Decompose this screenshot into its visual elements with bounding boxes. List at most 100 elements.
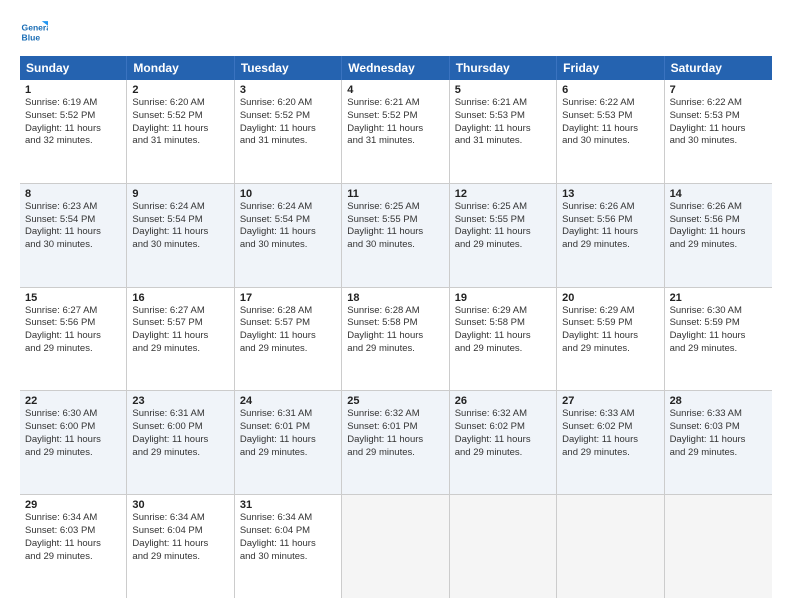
- cell-line: Daylight: 11 hours: [25, 434, 121, 447]
- cell-line: and 29 minutes.: [240, 343, 336, 356]
- cell-line: Sunset: 6:00 PM: [25, 421, 121, 434]
- cell-line: Sunset: 5:55 PM: [347, 214, 443, 227]
- day-number: 5: [455, 84, 551, 96]
- cell-line: and 29 minutes.: [670, 239, 767, 252]
- cell-line: Daylight: 11 hours: [562, 434, 658, 447]
- cell-line: Sunset: 6:04 PM: [132, 525, 228, 538]
- day-number: 14: [670, 188, 767, 200]
- cell-line: Sunrise: 6:25 AM: [347, 201, 443, 214]
- cell-line: Daylight: 11 hours: [455, 226, 551, 239]
- day-cell-6: 6Sunrise: 6:22 AMSunset: 5:53 PMDaylight…: [557, 80, 664, 183]
- cell-line: Sunrise: 6:28 AM: [240, 305, 336, 318]
- calendar-row-3: 22Sunrise: 6:30 AMSunset: 6:00 PMDayligh…: [20, 391, 772, 495]
- day-number: 9: [132, 188, 228, 200]
- cell-line: Sunset: 5:53 PM: [562, 110, 658, 123]
- cell-line: Sunrise: 6:30 AM: [25, 408, 121, 421]
- day-number: 10: [240, 188, 336, 200]
- cell-line: Sunrise: 6:25 AM: [455, 201, 551, 214]
- cell-line: Sunrise: 6:28 AM: [347, 305, 443, 318]
- day-cell-8: 8Sunrise: 6:23 AMSunset: 5:54 PMDaylight…: [20, 184, 127, 287]
- cell-line: Daylight: 11 hours: [455, 434, 551, 447]
- header-day-wednesday: Wednesday: [342, 56, 449, 80]
- cell-line: Daylight: 11 hours: [455, 123, 551, 136]
- day-cell-1: 1Sunrise: 6:19 AMSunset: 5:52 PMDaylight…: [20, 80, 127, 183]
- day-cell-3: 3Sunrise: 6:20 AMSunset: 5:52 PMDaylight…: [235, 80, 342, 183]
- cell-line: and 30 minutes.: [132, 239, 228, 252]
- calendar-row-4: 29Sunrise: 6:34 AMSunset: 6:03 PMDayligh…: [20, 495, 772, 598]
- cell-line: Sunset: 5:58 PM: [347, 317, 443, 330]
- day-cell-18: 18Sunrise: 6:28 AMSunset: 5:58 PMDayligh…: [342, 288, 449, 391]
- cell-line: Sunrise: 6:34 AM: [25, 512, 121, 525]
- cell-line: Daylight: 11 hours: [25, 123, 121, 136]
- day-cell-11: 11Sunrise: 6:25 AMSunset: 5:55 PMDayligh…: [342, 184, 449, 287]
- header-day-sunday: Sunday: [20, 56, 127, 80]
- cell-line: Daylight: 11 hours: [670, 226, 767, 239]
- cell-line: Sunrise: 6:19 AM: [25, 97, 121, 110]
- cell-line: Sunset: 5:59 PM: [670, 317, 767, 330]
- cell-line: Sunset: 6:01 PM: [347, 421, 443, 434]
- cell-line: and 29 minutes.: [25, 343, 121, 356]
- day-cell-21: 21Sunrise: 6:30 AMSunset: 5:59 PMDayligh…: [665, 288, 772, 391]
- day-number: 6: [562, 84, 658, 96]
- cell-line: Sunrise: 6:33 AM: [670, 408, 767, 421]
- cell-line: Sunset: 6:04 PM: [240, 525, 336, 538]
- cell-line: Sunset: 6:02 PM: [562, 421, 658, 434]
- day-cell-15: 15Sunrise: 6:27 AMSunset: 5:56 PMDayligh…: [20, 288, 127, 391]
- day-number: 19: [455, 292, 551, 304]
- cell-line: and 29 minutes.: [455, 447, 551, 460]
- day-cell-17: 17Sunrise: 6:28 AMSunset: 5:57 PMDayligh…: [235, 288, 342, 391]
- cell-line: Daylight: 11 hours: [347, 434, 443, 447]
- day-cell-23: 23Sunrise: 6:31 AMSunset: 6:00 PMDayligh…: [127, 391, 234, 494]
- day-cell-28: 28Sunrise: 6:33 AMSunset: 6:03 PMDayligh…: [665, 391, 772, 494]
- cell-line: and 30 minutes.: [670, 135, 767, 148]
- cell-line: and 29 minutes.: [132, 343, 228, 356]
- cell-line: and 29 minutes.: [240, 447, 336, 460]
- cell-line: Sunset: 5:59 PM: [562, 317, 658, 330]
- cell-line: Sunrise: 6:30 AM: [670, 305, 767, 318]
- day-number: 8: [25, 188, 121, 200]
- cell-line: Daylight: 11 hours: [670, 330, 767, 343]
- calendar-row-2: 15Sunrise: 6:27 AMSunset: 5:56 PMDayligh…: [20, 288, 772, 392]
- empty-cell-4-5: [557, 495, 664, 598]
- day-number: 28: [670, 395, 767, 407]
- cell-line: Sunrise: 6:29 AM: [562, 305, 658, 318]
- cell-line: and 29 minutes.: [670, 343, 767, 356]
- cell-line: Daylight: 11 hours: [25, 226, 121, 239]
- day-number: 31: [240, 499, 336, 511]
- empty-cell-4-4: [450, 495, 557, 598]
- cell-line: Daylight: 11 hours: [347, 226, 443, 239]
- cell-line: and 31 minutes.: [132, 135, 228, 148]
- cell-line: Sunrise: 6:34 AM: [132, 512, 228, 525]
- logo-icon: General Blue: [20, 18, 48, 46]
- cell-line: Sunrise: 6:31 AM: [240, 408, 336, 421]
- cell-line: Sunset: 5:54 PM: [240, 214, 336, 227]
- cell-line: Daylight: 11 hours: [455, 330, 551, 343]
- day-number: 11: [347, 188, 443, 200]
- header-day-monday: Monday: [127, 56, 234, 80]
- logo: General Blue: [20, 18, 52, 46]
- cell-line: Sunset: 5:54 PM: [25, 214, 121, 227]
- day-number: 22: [25, 395, 121, 407]
- cell-line: and 30 minutes.: [25, 239, 121, 252]
- day-number: 25: [347, 395, 443, 407]
- cell-line: and 29 minutes.: [347, 447, 443, 460]
- day-cell-4: 4Sunrise: 6:21 AMSunset: 5:52 PMDaylight…: [342, 80, 449, 183]
- day-number: 24: [240, 395, 336, 407]
- cell-line: Sunset: 5:52 PM: [240, 110, 336, 123]
- cell-line: and 29 minutes.: [132, 447, 228, 460]
- page: General Blue SundayMondayTuesdayWednesda…: [0, 0, 792, 612]
- cell-line: Sunset: 6:01 PM: [240, 421, 336, 434]
- day-number: 26: [455, 395, 551, 407]
- cell-line: Daylight: 11 hours: [240, 330, 336, 343]
- cell-line: and 30 minutes.: [347, 239, 443, 252]
- day-number: 16: [132, 292, 228, 304]
- day-number: 7: [670, 84, 767, 96]
- cell-line: Daylight: 11 hours: [562, 226, 658, 239]
- day-cell-12: 12Sunrise: 6:25 AMSunset: 5:55 PMDayligh…: [450, 184, 557, 287]
- day-cell-25: 25Sunrise: 6:32 AMSunset: 6:01 PMDayligh…: [342, 391, 449, 494]
- day-cell-2: 2Sunrise: 6:20 AMSunset: 5:52 PMDaylight…: [127, 80, 234, 183]
- cell-line: Daylight: 11 hours: [240, 123, 336, 136]
- day-number: 20: [562, 292, 658, 304]
- cell-line: Sunrise: 6:33 AM: [562, 408, 658, 421]
- day-number: 13: [562, 188, 658, 200]
